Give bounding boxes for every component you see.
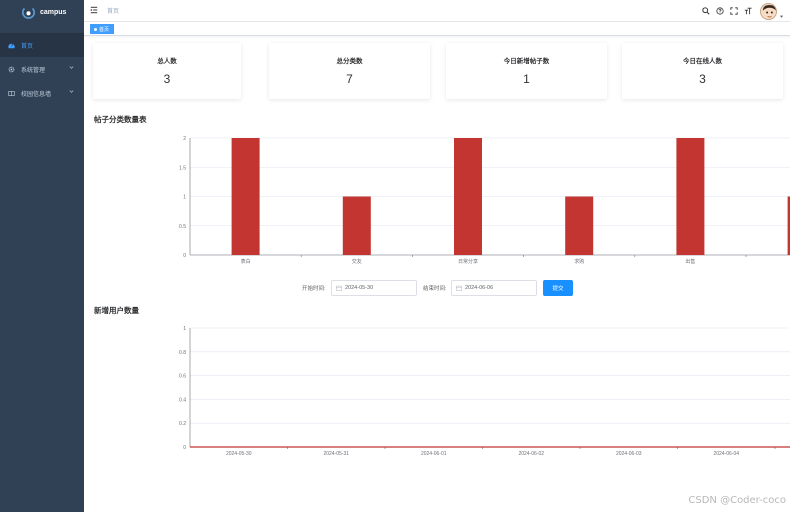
navbar: 首页: [84, 0, 790, 22]
bar-chart-svg: 0 0.5 1 1.5 2 表白 交友 日常分享 求购 出售: [179, 136, 790, 265]
y-tick-label: 0.8: [179, 350, 186, 356]
bar: [565, 196, 594, 255]
y-tick-label: 1: [183, 195, 186, 201]
watermark: CSDN @Coder-coco: [688, 495, 786, 506]
fullscreen-icon[interactable]: [729, 7, 738, 16]
start-date-value: 2024-05-30: [345, 285, 374, 291]
y-tick-label: 1.5: [179, 165, 186, 171]
x-tick-label: 表白: [241, 258, 251, 265]
tag-label: 首页: [99, 26, 110, 33]
sidebar-item-system[interactable]: 系统管理: [0, 57, 84, 81]
calendar-icon: [456, 285, 462, 291]
book-icon: [7, 89, 15, 97]
tag-home[interactable]: 首页: [90, 24, 115, 34]
y-tick-label: 2: [183, 136, 186, 142]
bar: [454, 138, 482, 255]
sidebar-item-wall[interactable]: 校园信息墙: [0, 81, 84, 105]
x-tick-label: 2024-06-04: [713, 451, 739, 457]
stat-value: 3: [699, 72, 706, 86]
caret-down-icon[interactable]: [779, 12, 784, 18]
x-tick-label: 2024-05-30: [226, 451, 252, 457]
tags-view: 首页: [84, 22, 790, 36]
sidebar-item-home[interactable]: 首页: [0, 33, 84, 57]
navbar-right: [701, 0, 790, 22]
y-tick-label: 0.6: [179, 374, 186, 380]
y-tick-label: 0.4: [179, 397, 186, 403]
sidebar-item-label: 系统管理: [21, 67, 46, 74]
new-users-line-chart: 0 0.2 0.4 0.6 0.8 1 2024-05-30 2024-05-31 2024-0…: [84, 322, 790, 464]
y-tick-label: 0.5: [179, 224, 186, 230]
dashboard-icon: [7, 41, 15, 49]
y-tick-label: 1: [183, 326, 186, 332]
end-date-label: 结束时间:: [423, 286, 447, 292]
x-tick-label: 2024-06-03: [616, 451, 642, 457]
x-tick-label: 2024-06-02: [518, 451, 544, 457]
stat-label: 总分类数: [336, 58, 363, 65]
stat-card-new-posts: 今日新增帖子数 1: [446, 43, 607, 99]
app-name: campus: [40, 8, 67, 16]
calendar-icon: [336, 285, 342, 291]
x-tick-label: 日常分享: [458, 258, 478, 265]
x-tick-label: 2024-05-31: [323, 451, 349, 457]
y-tick-label: 0: [183, 445, 186, 451]
campus-logo-icon: [22, 6, 35, 19]
y-tick-label: 0.2: [179, 421, 186, 427]
stat-label: 今日新增帖子数: [503, 58, 550, 65]
stat-card-total-users: 总人数 3: [93, 43, 241, 99]
avatar[interactable]: [760, 2, 777, 20]
bar: [231, 138, 260, 255]
category-bar-chart: 0 0.5 1 1.5 2 表白 交友 日常分享 求购 出售: [84, 132, 790, 270]
sidebar-item-label: 校园信息墙: [21, 91, 52, 98]
hamburger-icon[interactable]: [90, 6, 99, 15]
bar: [676, 138, 705, 255]
category-chart-title: 帖子分类数量表: [94, 115, 147, 124]
end-date-value: 2024-06-06: [465, 285, 494, 291]
y-tick-label: 0: [183, 253, 186, 259]
start-date-input[interactable]: 2024-05-30: [331, 280, 417, 296]
logo[interactable]: campus: [0, 0, 84, 24]
gear-icon: [7, 65, 15, 73]
font-size-icon[interactable]: [743, 7, 752, 16]
sidebar-item-label: 首页: [21, 43, 34, 50]
stat-label: 总人数: [157, 58, 177, 65]
line-chart-svg: 0 0.2 0.4 0.6 0.8 1 2024-05-30 2024-05-31 2024-0…: [179, 326, 790, 457]
active-dot-icon: [94, 27, 97, 31]
help-icon[interactable]: [715, 7, 724, 16]
search-icon[interactable]: [701, 7, 710, 16]
stat-value: 3: [163, 72, 171, 86]
bar: [342, 196, 371, 255]
user-chart-title: 新增用户数量: [94, 306, 139, 315]
start-date-label: 开始时间:: [302, 286, 326, 292]
stat-value: 7: [346, 72, 353, 86]
end-date-input[interactable]: 2024-06-06: [451, 280, 537, 296]
stat-card-online-users: 今日在线人数 3: [622, 43, 783, 99]
chevron-down-icon: [69, 89, 74, 94]
chevron-down-icon: [69, 65, 74, 70]
stat-value: 1: [523, 72, 530, 86]
main-content: 首页 首页 总人数 3 总分类数 7 今日新增帖子数 1 今日在线人数 3 帖子…: [84, 0, 790, 512]
stat-label: 今日在线人数: [683, 58, 722, 65]
x-tick-label: 出售: [685, 258, 695, 265]
sidebar: campus 首页 系统管理 校园信息墙: [0, 0, 84, 512]
date-filter-form: 开始时间: 2024-05-30 结束时间: 2024-06-06 提交: [84, 280, 790, 296]
submit-button[interactable]: 提交: [543, 280, 573, 296]
x-tick-label: 交友: [352, 258, 362, 265]
x-tick-label: 求购: [574, 258, 584, 265]
x-tick-label: 2024-06-01: [421, 451, 447, 457]
stat-card-total-categories: 总分类数 7: [269, 43, 430, 99]
breadcrumb: 首页: [107, 9, 120, 15]
